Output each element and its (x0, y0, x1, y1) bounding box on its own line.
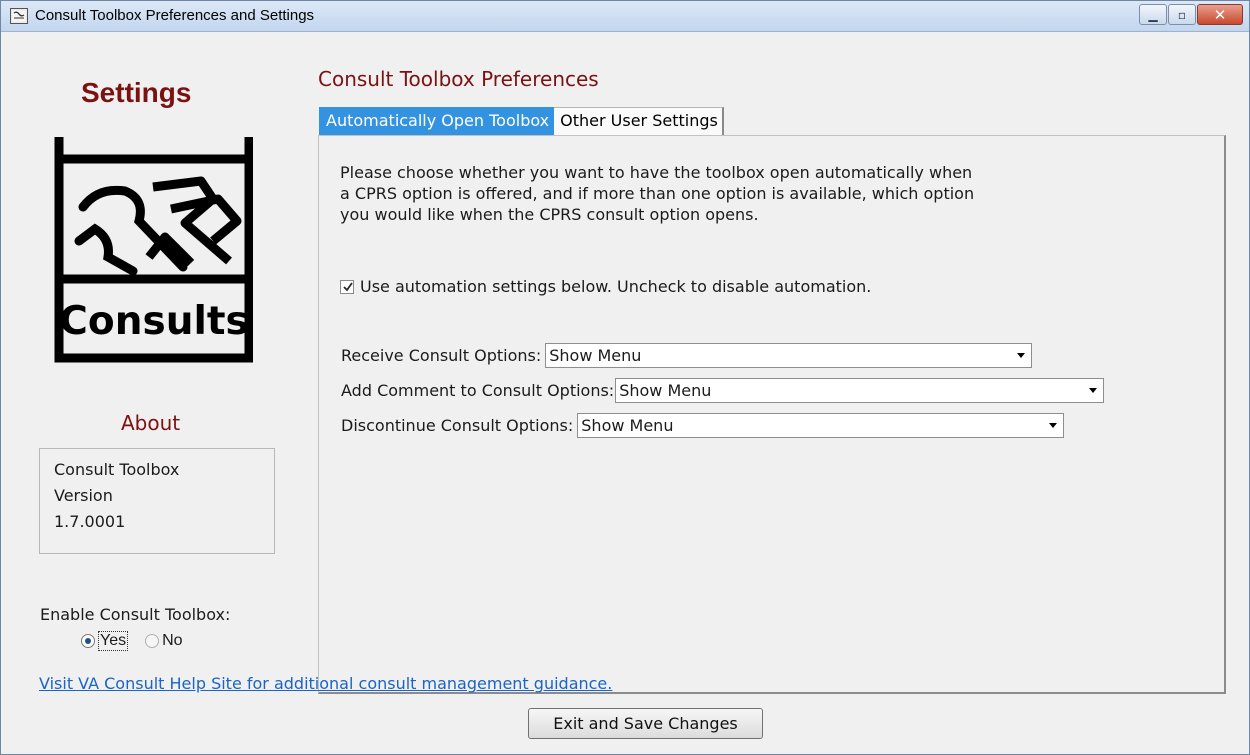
discontinue-consult-select[interactable]: Show Menu (577, 413, 1065, 438)
add-comment-label: Add Comment to Consult Options: (341, 381, 615, 400)
radio-no[interactable] (145, 634, 160, 648)
automation-checkbox-label[interactable]: Use automation settings below. Uncheck t… (360, 277, 871, 296)
title-bar[interactable]: Consult Toolbox Preferences and Settings… (1, 1, 1249, 32)
intro-line: Please choose whether you want to have t… (340, 163, 973, 182)
about-box: Consult Toolbox Version 1.7.0001 (39, 448, 275, 554)
radio-yes-label[interactable]: Yes (98, 631, 129, 651)
receive-consult-value: Show Menu (549, 346, 642, 365)
close-icon: ✕ (1213, 5, 1227, 24)
add-comment-row: Add Comment to Consult Options: Show Men… (341, 378, 1105, 403)
intro-line: a CPRS option is offered, and if more th… (340, 184, 975, 203)
about-heading: About (121, 411, 181, 435)
discontinue-consult-value: Show Menu (581, 416, 674, 435)
discontinue-consult-row: Discontinue Consult Options: Show Menu (341, 413, 1065, 438)
dropdown-arrow-icon (1017, 353, 1026, 358)
radio-yes[interactable] (81, 634, 95, 648)
add-comment-select[interactable]: Show Menu (615, 378, 1105, 403)
tab-automatically-open-toolbox[interactable]: Automatically Open Toolbox (319, 107, 555, 135)
window-controls: ▁ ▫ ✕ (1138, 4, 1243, 26)
close-button[interactable]: ✕ (1197, 4, 1243, 25)
intro-line: you would like when the CPRS consult opt… (340, 205, 759, 224)
about-line: Consult Toolbox (54, 460, 180, 479)
window-content: Settings Consults About Consult Toolbox … (1, 33, 1249, 754)
receive-consult-row: Receive Consult Options: Show Menu (341, 343, 1033, 368)
dropdown-arrow-icon (1049, 423, 1058, 428)
checkmark-icon (343, 281, 353, 291)
minimize-button[interactable]: ▁ (1139, 4, 1167, 25)
automation-checkbox-row[interactable]: Use automation settings below. Uncheck t… (340, 277, 871, 296)
receive-consult-select[interactable]: Show Menu (545, 343, 1033, 368)
add-comment-value: Show Menu (619, 381, 712, 400)
window-title: Consult Toolbox Preferences and Settings (35, 7, 315, 24)
tab-panel: Please choose whether you want to have t… (318, 135, 1226, 694)
intro-text: Please choose whether you want to have t… (340, 162, 1120, 225)
consults-logo-icon: Consults (54, 137, 253, 363)
exit-and-save-button[interactable]: Exit and Save Changes (528, 708, 763, 739)
receive-consult-label: Receive Consult Options: (341, 346, 542, 365)
enable-toolbox-radio-group: Yes No (81, 631, 183, 651)
maximize-icon: ▫ (1177, 7, 1187, 22)
dropdown-arrow-icon (1089, 388, 1098, 393)
discontinue-consult-label: Discontinue Consult Options: (341, 416, 574, 435)
minimize-icon: ▁ (1148, 7, 1158, 22)
enable-toolbox-label: Enable Consult Toolbox: (40, 605, 231, 624)
tab-strip: Automatically Open Toolbox Other User Se… (319, 107, 724, 135)
settings-heading: Settings (81, 77, 192, 108)
radio-no-label[interactable]: No (162, 632, 182, 650)
help-site-link[interactable]: Visit VA Consult Help Site for additiona… (39, 674, 612, 693)
logo-text: Consults (59, 299, 248, 344)
tab-other-user-settings[interactable]: Other User Settings (554, 107, 724, 135)
maximize-button[interactable]: ▫ (1168, 4, 1196, 25)
about-line: Version (54, 486, 113, 505)
automation-checkbox[interactable] (340, 279, 354, 294)
app-icon (10, 8, 28, 24)
preferences-window: Consult Toolbox Preferences and Settings… (0, 0, 1250, 755)
preferences-heading: Consult Toolbox Preferences (318, 67, 599, 91)
version-number: 1.7.0001 (54, 512, 126, 531)
